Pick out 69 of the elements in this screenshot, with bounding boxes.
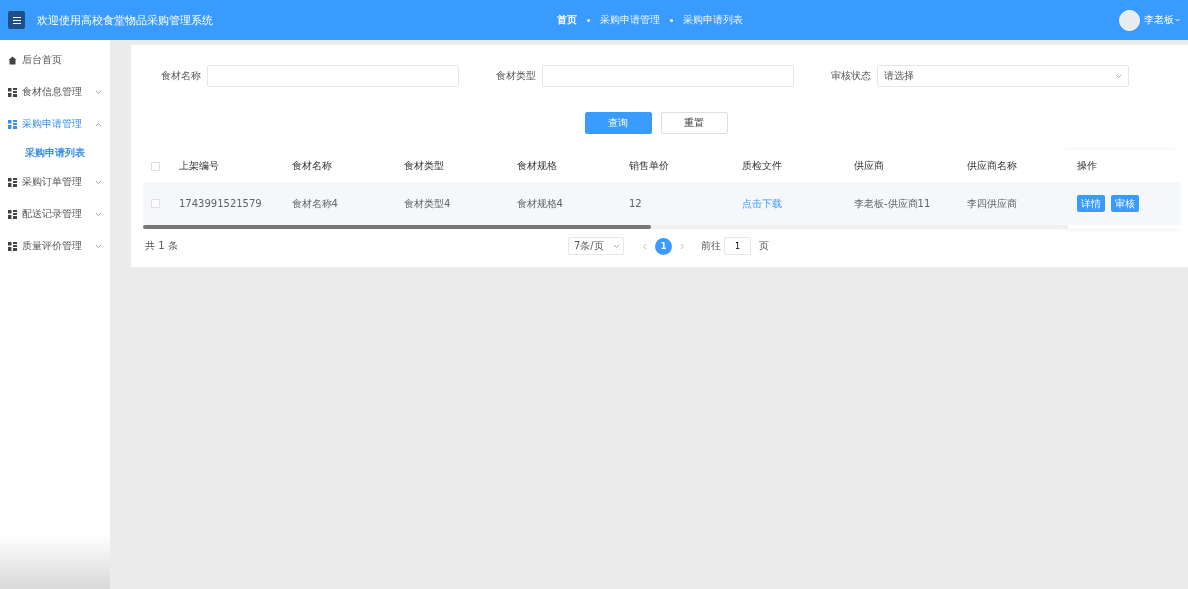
chevron-right-icon	[680, 242, 685, 250]
sidebar-item[interactable]: 后台首页	[0, 44, 110, 76]
table-cell-text: 1743991521579	[178, 198, 263, 209]
grid-icon	[8, 119, 17, 129]
grid-icon	[8, 177, 17, 187]
sidebar-item[interactable]: 采购申请管理	[0, 108, 110, 140]
sidebar-item[interactable]: 食材信息管理	[0, 76, 110, 108]
review-button[interactable]: 审核	[1111, 195, 1139, 212]
checkbox[interactable]	[151, 199, 160, 208]
page-number[interactable]: 1	[655, 237, 672, 255]
breadcrumb-link[interactable]: 采购申请管理	[600, 13, 660, 27]
filter-label: 食材类型	[495, 69, 536, 83]
user-menu[interactable]: 李老板	[1144, 13, 1180, 27]
scrollbar-thumb[interactable]	[143, 225, 651, 229]
reset-button[interactable]: 重置	[660, 112, 728, 134]
table-cell-text: 食材名称4	[290, 196, 339, 211]
filter-label: 审核状态	[830, 69, 871, 83]
status-select[interactable]: 请选择	[877, 65, 1129, 87]
total-count: 共 1 条	[145, 239, 179, 253]
filter-label: 食材名称	[160, 69, 201, 83]
column-header: 食材规格	[515, 159, 558, 173]
download-link[interactable]: 点击下载	[730, 196, 843, 211]
column-header: 供应商名称	[965, 159, 1018, 173]
chevron-up-icon	[95, 121, 102, 127]
menu-icon	[12, 16, 21, 24]
sidebar-subitem[interactable]: 采购申请列表	[0, 140, 110, 166]
input-field[interactable]	[542, 65, 794, 87]
column-header: 操作	[1077, 159, 1097, 173]
page-suffix: 页	[759, 239, 769, 253]
menu-button[interactable]	[8, 11, 25, 29]
app-title: 欢迎使用高校食堂物品采购管理系统	[37, 12, 214, 28]
column-header: 销售单价	[628, 159, 670, 173]
column-header: 质检文件	[740, 159, 783, 173]
sidebar-item[interactable]: 质量评价管理	[0, 230, 110, 262]
breadcrumb-link[interactable]: 首页	[557, 13, 577, 27]
checkbox[interactable]	[151, 161, 160, 171]
sidebar-item[interactable]: 配送记录管理	[0, 198, 110, 230]
table-cell-text: 12	[628, 198, 643, 209]
grid-icon	[8, 209, 17, 219]
table-cell-text: 食材类型4	[403, 196, 452, 211]
table-cell-text: 食材规格4	[515, 196, 564, 211]
search-button[interactable]: 查询	[584, 112, 652, 134]
goto-label: 前往	[701, 239, 721, 253]
table-cell-text: 李四供应商	[965, 196, 1018, 211]
chevron-down-icon	[613, 243, 620, 249]
column-header: 上架编号	[178, 159, 220, 173]
column-header: 供应商	[853, 159, 885, 173]
avatar[interactable]	[1119, 9, 1140, 31]
grid-icon	[8, 241, 17, 251]
caret-icon	[1175, 18, 1180, 22]
chevron-down-icon	[95, 89, 102, 95]
input-field[interactable]	[207, 65, 459, 87]
prev-page-button[interactable]	[642, 242, 647, 250]
chevron-left-icon	[642, 242, 647, 250]
home-icon	[8, 55, 17, 65]
column-header: 食材类型	[403, 159, 445, 173]
chevron-down-icon	[95, 243, 102, 249]
chevron-down-icon	[95, 211, 102, 217]
next-page-button[interactable]	[680, 242, 685, 250]
grid-icon	[8, 87, 17, 97]
column-header: 食材名称	[290, 159, 333, 173]
table-cell-text: 李老板-供应商11	[853, 196, 932, 211]
sidebar-item[interactable]: 采购订单管理	[0, 166, 110, 198]
chevron-down-icon	[95, 179, 102, 185]
chevron-down-icon	[1115, 73, 1122, 79]
page-input[interactable]: 1	[724, 237, 751, 255]
breadcrumb-link[interactable]: 采购申请列表	[683, 13, 743, 27]
page-size-select[interactable]: 7条/页	[568, 237, 624, 255]
detail-button[interactable]: 详情	[1077, 195, 1105, 212]
